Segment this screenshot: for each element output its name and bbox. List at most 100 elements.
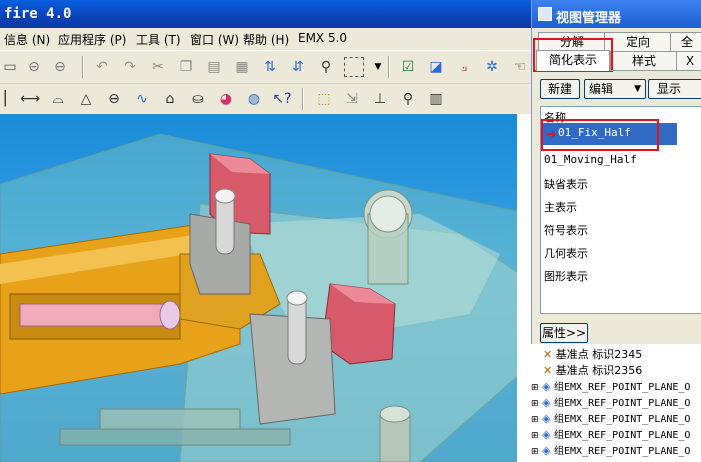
lock-icon[interactable]: ⊝ — [24, 57, 44, 77]
viewport-edge — [517, 114, 531, 462]
paste-icon[interactable]: ▤ — [204, 57, 224, 77]
tab-orient[interactable]: 定向 — [604, 32, 672, 51]
tree-item-label: 基准点 标识2345 — [555, 348, 643, 361]
surface-icon[interactable]: ⌂ — [160, 89, 180, 109]
dialog-icon — [538, 7, 552, 21]
expand-icon[interactable]: ⊞ — [531, 399, 539, 409]
mold-assembly-3d — [0, 133, 531, 462]
tree-item[interactable]: ⊞ ◈ 组EMX_REF_POINT_PLANE_O — [531, 426, 690, 442]
menu-applications[interactable]: 应用程序 (P) — [58, 31, 126, 48]
tree-item-label: 组EMX_REF_POINT_PLANE_O — [554, 398, 691, 409]
model-tree: ✕ 基准点 标识2345 ✕ 基准点 标识2356 ⊞ ◈ 组EMX_REF_P… — [531, 344, 701, 462]
group-icon: ◈ — [542, 444, 551, 457]
new-button[interactable]: 新建 — [540, 79, 580, 99]
redo-icon[interactable]: ↷ — [120, 57, 140, 77]
display-button[interactable]: 显示 ▼ — [648, 79, 701, 99]
hand-pan-icon[interactable]: ☜ — [510, 57, 530, 77]
tree-item[interactable]: ✕ 基准点 标识2345 — [531, 346, 642, 362]
datum-point-icon: ✕ — [543, 348, 553, 361]
datum-display-icon[interactable]: ☑ — [398, 57, 418, 77]
model-viewport[interactable] — [0, 114, 531, 462]
list-item-symbolic-rep[interactable]: 符号表示 — [544, 222, 588, 238]
edit-button-label: 编辑 — [589, 82, 614, 96]
print-icon[interactable]: ⊖ — [50, 57, 70, 77]
angle-dim-icon[interactable]: △ — [76, 89, 96, 109]
find-icon[interactable]: ⚲ — [316, 57, 336, 77]
chevron-down-icon[interactable]: ▼ — [368, 57, 388, 77]
chevron-down-icon: ▼ — [634, 84, 641, 94]
main-toolbar: ▭ ⊝ ⊖ ↶ ↷ ✂ ❐ ▤ ▦ ⇅ ⇵ ⚲ ▼ ☑ ◪ ⟓ ✲ ☜ — [0, 50, 531, 84]
color-wheel-icon[interactable]: ◍ — [244, 89, 264, 109]
tree-item[interactable]: ⊞ ◈ 组EMX_REF_POINT_PLANE_O — [531, 394, 690, 410]
menu-window[interactable]: 窗口 (W) — [190, 31, 239, 48]
expand-icon[interactable]: ⊞ — [531, 447, 539, 457]
tab-all[interactable]: 全 — [670, 32, 701, 51]
edit-button[interactable]: 编辑 ▼ — [584, 79, 646, 99]
toolbar-separator — [82, 56, 84, 78]
expand-icon[interactable]: ⊞ — [531, 415, 539, 425]
highlight-box — [541, 119, 659, 151]
tab-simplified-rep[interactable]: 简化表示 — [536, 50, 610, 71]
title-bar: fire 4.0 — [0, 0, 531, 28]
menu-help[interactable]: 帮助 (H) — [243, 31, 289, 48]
dialog-title-bar: 视图管理器 — [532, 0, 701, 28]
regenerate-icon[interactable]: ⇅ — [260, 57, 280, 77]
toolbar-separator — [302, 88, 304, 110]
group-icon: ◈ — [542, 396, 551, 409]
select-box-icon[interactable] — [344, 57, 364, 77]
new-file-icon[interactable]: ▭ — [0, 57, 20, 77]
menu-info[interactable]: 信息 (N) — [4, 31, 50, 48]
window-title: fire 4.0 — [4, 6, 72, 22]
menu-emx[interactable]: EMX 5.0 — [298, 31, 347, 45]
tree-item-label: 组EMX_REF_POINT_PLANE_O — [554, 414, 691, 425]
datum-point-icon: ✕ — [543, 364, 553, 377]
toolbar-handle-icon: ▏ — [4, 91, 16, 107]
expand-icon[interactable]: ⊞ — [531, 383, 539, 393]
view-manager-dialog: 视图管理器 分解 定向 全 简化表示 样式 X 新建 编辑 ▼ 显示 ▼ 名称 … — [531, 0, 701, 344]
secondary-toolbar: ▏ ⟷ ⌓ △ ⊖ ∿ ⌂ ⛀ ◕ ◍ ↖? ⬚ ⇲ ⊥ ⚲ ▥ — [0, 83, 531, 115]
tab-xsec[interactable]: X — [676, 51, 701, 70]
list-item-master-rep[interactable]: 主表示 — [544, 199, 577, 215]
analysis-icon[interactable]: ◪ — [426, 57, 446, 77]
undo-icon[interactable]: ↶ — [92, 57, 112, 77]
list-item-geometry-rep[interactable]: 几何表示 — [544, 245, 588, 261]
tree-item-label: 组EMX_REF_POINT_PLANE_O — [554, 430, 691, 441]
tree-item-label: 基准点 标识2356 — [555, 364, 643, 377]
shell-icon[interactable]: ⛀ — [188, 89, 208, 109]
sketch-icon[interactable]: ⬚ — [314, 89, 334, 109]
dialog-title: 视图管理器 — [556, 11, 622, 26]
datum-point-icon[interactable]: ✲ — [482, 57, 502, 77]
display-button-label: 显示 — [657, 82, 682, 96]
list-item-graphics-rep[interactable]: 图形表示 — [544, 268, 588, 284]
expand-icon[interactable]: ⊞ — [531, 431, 539, 441]
group-icon: ◈ — [542, 412, 551, 425]
tree-item-label: 组EMX_REF_POINT_PLANE_O — [554, 382, 691, 393]
regen-manager-icon[interactable]: ⇵ — [288, 57, 308, 77]
group-icon: ◈ — [542, 428, 551, 441]
tab-style[interactable]: 样式 — [610, 51, 678, 70]
copy-icon[interactable]: ❐ — [176, 57, 196, 77]
tree-item-label: 组EMX_REF_POINT_PLANE_O — [554, 446, 691, 457]
tree-item[interactable]: ⊞ ◈ 组EMX_REF_POINT_PLANE_O — [531, 410, 690, 426]
view-icon[interactable]: ⚲ — [398, 89, 418, 109]
appearance-icon[interactable]: ◕ — [216, 89, 236, 109]
coordinate-system-icon[interactable]: ⊥ — [370, 89, 390, 109]
ordinate-icon[interactable]: ⌓ — [48, 89, 68, 109]
tree-item[interactable]: ✕ 基准点 标识2356 — [531, 362, 642, 378]
circle-dim-icon[interactable]: ⊖ — [104, 89, 124, 109]
properties-button[interactable]: 属性>> — [540, 323, 588, 343]
tree-item[interactable]: ⊞ ◈ 组EMX_REF_POINT_PLANE_O — [531, 378, 690, 394]
paste-special-icon[interactable]: ▦ — [232, 57, 252, 77]
context-help-icon[interactable]: ↖? — [272, 89, 292, 109]
layer-icon[interactable]: ▥ — [426, 89, 446, 109]
tree-item[interactable]: ⊞ ◈ 组EMX_REF_POINT_PLANE_O — [531, 442, 690, 458]
menu-tools[interactable]: 工具 (T) — [136, 31, 181, 48]
sketch-tools-icon[interactable]: ⇲ — [342, 89, 362, 109]
datum-axis-icon[interactable]: ⟓ — [454, 57, 474, 77]
list-item-default-rep[interactable]: 缺省表示 — [544, 176, 588, 192]
dimension-icon[interactable]: ⟷ — [20, 89, 40, 109]
cut-icon[interactable]: ✂ — [148, 57, 168, 77]
spline-icon[interactable]: ∿ — [132, 89, 152, 109]
representation-list: 名称 01_Fix_Half ➜ 01_Moving_Half 缺省表示 主表示… — [540, 106, 701, 314]
list-item-moving-half[interactable]: 01_Moving_Half — [544, 153, 637, 166]
